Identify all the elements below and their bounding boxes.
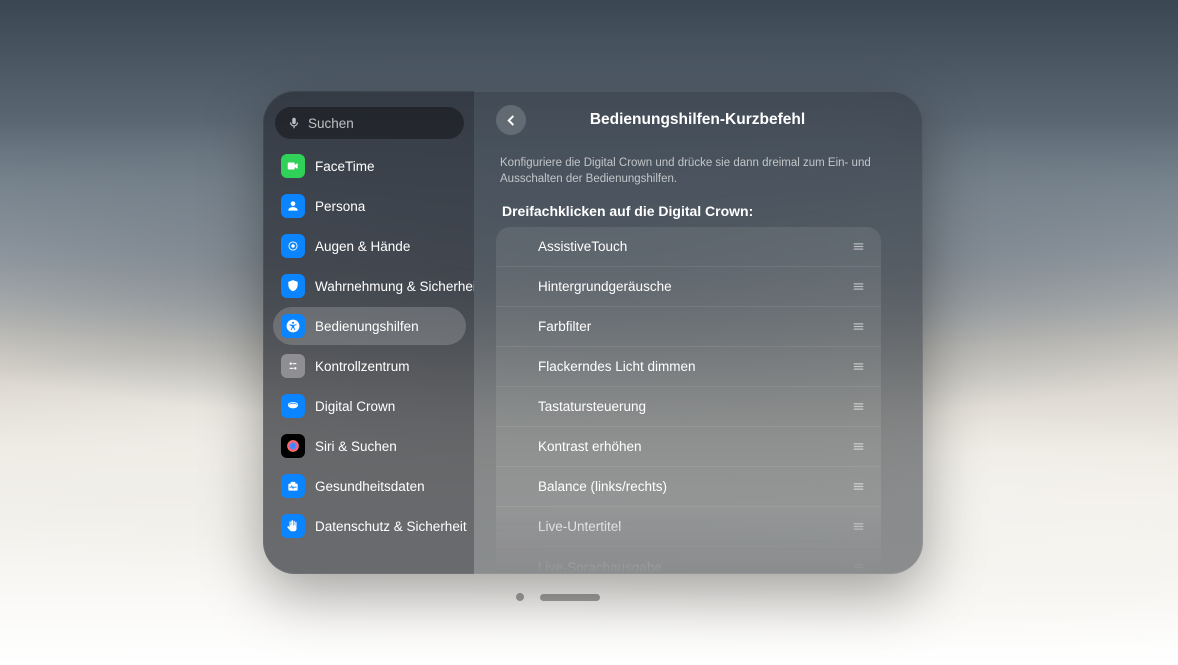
shortcut-label: Balance (links/rechts) bbox=[538, 479, 849, 494]
detail-title: Bedienungshilfen-Kurzbefehl bbox=[540, 111, 855, 129]
drag-handle-icon[interactable] bbox=[849, 318, 867, 336]
shortcut-row[interactable]: AssistiveTouch bbox=[496, 227, 881, 267]
drag-handle-icon[interactable] bbox=[849, 478, 867, 496]
detail-description: Konfiguriere die Digital Crown und drück… bbox=[500, 155, 895, 187]
siri-icon bbox=[281, 434, 305, 458]
detail-header: Bedienungshilfen-Kurzbefehl bbox=[496, 105, 899, 135]
shortcut-label: Live-Untertitel bbox=[538, 519, 849, 534]
sidebar-item-siri-suchen[interactable]: Siri & Suchen bbox=[273, 427, 466, 465]
sidebar-item-gesundheitsdaten[interactable]: Gesundheitsdaten bbox=[273, 467, 466, 505]
shortcut-label: Hintergrundgeräusche bbox=[538, 279, 849, 294]
sidebar-item-label: Augen & Hände bbox=[315, 239, 410, 254]
sidebar-item-kontrollzentrum[interactable]: Kontrollzentrum bbox=[273, 347, 466, 385]
shortcut-label: Tastatursteuerung bbox=[538, 399, 849, 414]
shortcut-label: Farbfilter bbox=[538, 319, 849, 334]
shield-person-icon bbox=[281, 274, 305, 298]
sidebar-item-label: Wahrnehmung & Sicherheit bbox=[315, 279, 474, 294]
sidebar: Suchen FaceTime Persona Augen & Hände Wahrn… bbox=[263, 91, 474, 574]
settings-window: Suchen FaceTime Persona Augen & Hände Wahrn… bbox=[263, 91, 923, 574]
shortcut-list: AssistiveTouch Hintergrundgeräusche Farbfi… bbox=[496, 227, 881, 574]
accessibility-icon bbox=[281, 314, 305, 338]
detail-pane: Bedienungshilfen-Kurzbefehl Konfiguriere… bbox=[474, 91, 923, 574]
shortcut-label: Flackerndes Licht dimmen bbox=[538, 359, 849, 374]
handle-bar bbox=[540, 594, 600, 601]
video-icon bbox=[281, 154, 305, 178]
shortcut-label: Live-Sprachausgabe bbox=[538, 560, 849, 574]
touch-icon bbox=[281, 234, 305, 258]
drag-handle-icon[interactable] bbox=[849, 558, 867, 574]
sidebar-item-label: FaceTime bbox=[315, 159, 375, 174]
section-header: Dreifachklicken auf die Digital Crown: bbox=[502, 203, 893, 219]
drag-handle-icon[interactable] bbox=[849, 438, 867, 456]
drag-handle-icon[interactable] bbox=[849, 278, 867, 296]
shortcut-row[interactable]: Kontrast erhöhen bbox=[496, 427, 881, 467]
handle-dot bbox=[516, 593, 524, 601]
sidebar-item-label: Siri & Suchen bbox=[315, 439, 397, 454]
sidebar-item-facetime[interactable]: FaceTime bbox=[273, 147, 466, 185]
shortcut-row[interactable]: Tastatursteuerung bbox=[496, 387, 881, 427]
shortcut-row[interactable]: Flackerndes Licht dimmen bbox=[496, 347, 881, 387]
shortcut-row[interactable]: Hintergrundgeräusche bbox=[496, 267, 881, 307]
shortcut-row[interactable]: Live-Sprachausgabe bbox=[496, 547, 881, 574]
crown-icon bbox=[281, 394, 305, 418]
sidebar-item-label: Datenschutz & Sicherheit bbox=[315, 519, 467, 534]
drag-handle-icon[interactable] bbox=[849, 398, 867, 416]
sidebar-item-label: Bedienungshilfen bbox=[315, 319, 419, 334]
sidebar-item-augen-haende[interactable]: Augen & Hände bbox=[273, 227, 466, 265]
health-icon bbox=[281, 474, 305, 498]
sidebar-item-wahrnehmung[interactable]: Wahrnehmung & Sicherheit bbox=[273, 267, 466, 305]
search-placeholder: Suchen bbox=[308, 116, 354, 131]
microphone-icon bbox=[287, 116, 301, 130]
sidebar-item-datenschutz[interactable]: Datenschutz & Sicherheit bbox=[273, 507, 466, 545]
drag-handle-icon[interactable] bbox=[849, 358, 867, 376]
sidebar-item-label: Digital Crown bbox=[315, 399, 395, 414]
window-handle[interactable] bbox=[516, 593, 600, 601]
search-field[interactable]: Suchen bbox=[275, 107, 464, 139]
shortcut-label: Kontrast erhöhen bbox=[538, 439, 849, 454]
hand-icon bbox=[281, 514, 305, 538]
shortcut-row[interactable]: Balance (links/rechts) bbox=[496, 467, 881, 507]
sidebar-item-label: Gesundheitsdaten bbox=[315, 479, 425, 494]
controls-icon bbox=[281, 354, 305, 378]
drag-handle-icon[interactable] bbox=[849, 518, 867, 536]
person-icon bbox=[281, 194, 305, 218]
sidebar-item-label: Persona bbox=[315, 199, 365, 214]
sidebar-item-persona[interactable]: Persona bbox=[273, 187, 466, 225]
sidebar-item-digital-crown[interactable]: Digital Crown bbox=[273, 387, 466, 425]
shortcut-label: AssistiveTouch bbox=[538, 239, 849, 254]
sidebar-item-bedienungshilfen[interactable]: Bedienungshilfen bbox=[273, 307, 466, 345]
back-button[interactable] bbox=[496, 105, 526, 135]
chevron-left-icon bbox=[506, 115, 517, 126]
shortcut-row[interactable]: Farbfilter bbox=[496, 307, 881, 347]
shortcut-row[interactable]: Live-Untertitel bbox=[496, 507, 881, 547]
drag-handle-icon[interactable] bbox=[849, 238, 867, 256]
sidebar-item-label: Kontrollzentrum bbox=[315, 359, 410, 374]
